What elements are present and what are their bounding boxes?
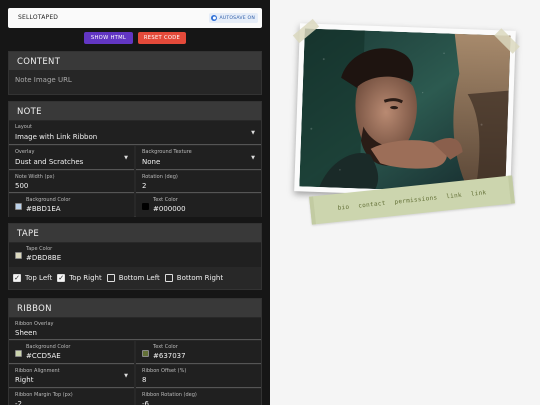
chevron-down-icon: ▼ — [251, 130, 255, 136]
ribbon-alignment-select[interactable]: Ribbon Alignment Right ▼ — [9, 365, 134, 388]
checkbox-label: Bottom Right — [176, 274, 224, 282]
autosave-icon: ● — [211, 15, 218, 21]
ribbon-edge-left — [309, 196, 317, 225]
ribbon-link[interactable]: link — [470, 189, 486, 198]
rotation-label: Rotation (deg) — [142, 174, 178, 180]
ribbon-link-bio[interactable]: bio — [337, 203, 349, 211]
ribbon-bg-color-label: Background Color — [26, 344, 71, 350]
ribbon-edge-right — [507, 175, 515, 204]
show-html-button[interactable]: SHOW HTML — [84, 32, 133, 44]
ribbon-rotation-value: -6 — [142, 400, 149, 405]
tape-position-checkboxes: ✓ Top Left ✓ Top Right Bottom Left Botto… — [13, 274, 228, 282]
bg-texture-select[interactable]: Background Texture None ▼ — [136, 146, 261, 170]
reset-code-button[interactable]: RESET CODE — [138, 32, 186, 44]
ribbon-alignment-value: Right — [15, 376, 34, 384]
image-url-input[interactable]: Note Image URL — [9, 70, 261, 94]
checkbox-top-left[interactable]: ✓ Top Left — [13, 274, 52, 282]
note-image — [299, 28, 511, 194]
overlay-value: Dust and Scratches — [15, 158, 84, 166]
ribbon-rotation-input[interactable]: Ribbon Rotation (deg) -6 — [136, 389, 261, 405]
ribbon-margin-top-label: Ribbon Margin Top (px) — [15, 392, 73, 398]
color-swatch[interactable] — [142, 203, 149, 210]
ribbon-overlay-label: Ribbon Overlay — [15, 321, 54, 327]
note-width-label: Note Width (px) — [15, 174, 55, 180]
checkbox-checked-icon[interactable]: ✓ — [57, 274, 66, 282]
checkbox-unchecked-icon[interactable] — [164, 274, 173, 282]
ribbon-overlay-value: Sheen — [15, 329, 37, 337]
ribbon-offset-label: Ribbon Offset (%) — [142, 368, 187, 374]
bg-texture-label: Background Texture — [142, 149, 192, 155]
autosave-badge[interactable]: ● AUTOSAVE ON — [209, 13, 258, 23]
tape-color-input[interactable]: Tape Color #DBD8BE — [9, 243, 261, 267]
portrait-photo — [299, 28, 511, 194]
title-bar: SELLOTAPED ● AUTOSAVE ON — [8, 8, 262, 28]
layout-select[interactable]: Layout Image with Link Ribbon ▼ — [9, 121, 261, 145]
note-text-color-input[interactable]: Text Color #000000 — [136, 194, 261, 217]
checkbox-bottom-left[interactable]: Bottom Left — [106, 274, 160, 282]
note-section: NOTE Layout Image with Link Ribbon ▼ Ove… — [8, 101, 262, 217]
tape-section: TAPE Tape Color #DBD8BE ✓ Top Left ✓ Top… — [8, 223, 262, 290]
ribbon-section: RIBBON Ribbon Overlay Sheen Background C… — [8, 298, 262, 405]
tape-color-label: Tape Color — [26, 246, 53, 252]
note-width-value: 500 — [15, 182, 29, 190]
layout-value: Image with Link Ribbon — [15, 133, 98, 141]
autosave-label: AUTOSAVE ON — [219, 15, 255, 21]
rotation-value: 2 — [142, 182, 147, 190]
layout-label: Layout — [15, 124, 32, 130]
rotation-input[interactable]: Rotation (deg) 2 — [136, 171, 261, 193]
checkbox-checked-icon[interactable]: ✓ — [13, 274, 21, 282]
preview-pane: bio contact permissions link link — [270, 0, 540, 405]
checkbox-bottom-right[interactable]: Bottom Right — [164, 274, 224, 282]
ribbon-margin-top-value: -2 — [15, 400, 22, 405]
ribbon-header: RIBBON — [9, 299, 261, 317]
note-header: NOTE — [9, 102, 261, 120]
ribbon-link-permissions[interactable]: permissions — [394, 194, 438, 205]
color-swatch[interactable] — [15, 350, 22, 357]
chevron-down-icon: ▼ — [124, 155, 128, 161]
app-title: SELLOTAPED — [18, 14, 59, 21]
color-swatch[interactable] — [142, 350, 149, 357]
ribbon-bg-color-value: #CCD5AE — [26, 352, 61, 360]
note-text-color-value: #000000 — [153, 205, 186, 213]
checkbox-top-right[interactable]: ✓ Top Right — [57, 274, 102, 282]
content-section: CONTENT Note Image URL — [8, 51, 262, 95]
color-swatch[interactable] — [15, 203, 22, 210]
overlay-select[interactable]: Overlay Dust and Scratches ▼ — [9, 146, 134, 170]
note-card — [294, 23, 516, 199]
ribbon-offset-input[interactable]: Ribbon Offset (%) 8 — [136, 365, 261, 388]
ribbon-margin-top-input[interactable]: Ribbon Margin Top (px) -2 — [9, 389, 134, 405]
note-bg-color-input[interactable]: Background Color #BBD1EA — [9, 194, 134, 217]
ribbon-link-contact[interactable]: contact — [358, 199, 386, 209]
note-width-input[interactable]: Note Width (px) 500 — [9, 171, 134, 193]
ribbon-bg-color-input[interactable]: Background Color #CCD5AE — [9, 341, 134, 364]
checkbox-label: Bottom Left — [118, 274, 160, 282]
content-header: CONTENT — [9, 52, 261, 70]
tape-color-value: #DBD8BE — [26, 254, 62, 262]
editor-panel: SELLOTAPED ● AUTOSAVE ON SHOW HTML RESET… — [0, 0, 270, 405]
ribbon-offset-value: 8 — [142, 376, 147, 384]
tape-header: TAPE — [9, 224, 261, 242]
ribbon-text-color-input[interactable]: Text Color #637037 — [136, 341, 261, 364]
note-text-color-label: Text Color — [153, 197, 178, 203]
bg-texture-value: None — [142, 158, 161, 166]
checkbox-label: Top Left — [25, 274, 53, 282]
image-url-placeholder: Note Image URL — [15, 76, 72, 84]
chevron-down-icon: ▼ — [251, 155, 255, 161]
note-bg-color-value: #BBD1EA — [26, 205, 61, 213]
checkbox-unchecked-icon[interactable] — [106, 274, 115, 282]
ribbon-alignment-label: Ribbon Alignment — [15, 368, 60, 374]
ribbon-link[interactable]: link — [446, 191, 462, 200]
note-bg-color-label: Background Color — [26, 197, 71, 203]
ribbon-text-color-value: #637037 — [153, 352, 186, 360]
color-swatch[interactable] — [15, 252, 22, 259]
ribbon-overlay-select[interactable]: Ribbon Overlay Sheen — [9, 318, 261, 340]
ribbon-rotation-label: Ribbon Rotation (deg) — [142, 392, 197, 398]
overlay-label: Overlay — [15, 149, 35, 155]
checkbox-label: Top Right — [69, 274, 102, 282]
chevron-down-icon: ▼ — [124, 373, 128, 379]
ribbon-text-color-label: Text Color — [153, 344, 178, 350]
